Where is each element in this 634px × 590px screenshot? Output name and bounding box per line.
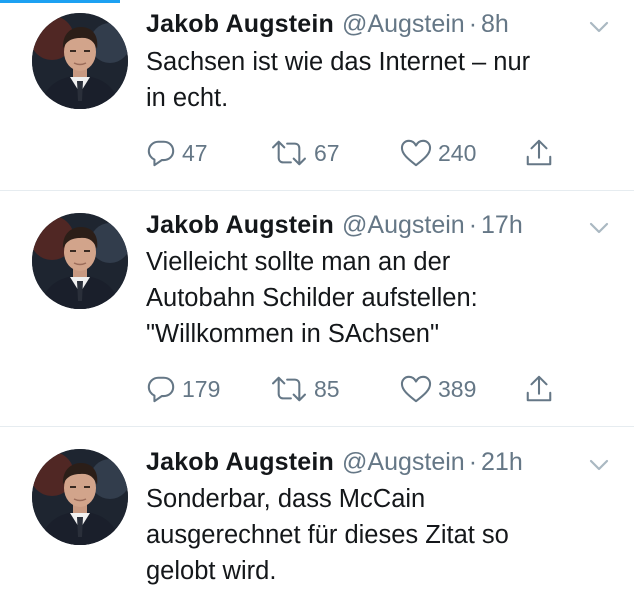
share-icon xyxy=(524,138,554,168)
retweet-count: 85 xyxy=(314,375,340,402)
reply-button[interactable]: 47 xyxy=(146,133,208,173)
tweet-text-line: "Willkommen in SAchsen" xyxy=(146,320,440,348)
tweet-text-line: Autobahn Schilder aufstellen: xyxy=(146,284,478,312)
reply-icon xyxy=(146,138,176,168)
tweet[interactable]: Jakob Augstein @Augstein · 8h Sachsen is… xyxy=(0,0,634,190)
share-button[interactable] xyxy=(524,369,554,409)
chevron-down-icon[interactable] xyxy=(586,215,612,241)
tweet-text-line: gelobt wird. xyxy=(146,557,277,585)
reply-count: 179 xyxy=(182,375,221,402)
tweet-text-line: in echt. xyxy=(146,84,229,112)
user-handle[interactable]: @Augstein xyxy=(342,211,465,240)
tweet-text-line: Vielleicht sollte man an der xyxy=(146,248,451,276)
tweet-header: Jakob Augstein @Augstein · 17h xyxy=(146,208,624,242)
chevron-down-icon[interactable] xyxy=(586,452,612,478)
avatar[interactable] xyxy=(32,213,128,309)
tweet-text: Sonderbar, dass McCain ausgerechnet für … xyxy=(146,481,616,589)
user-handle[interactable]: @Augstein xyxy=(342,10,465,39)
chevron-down-icon[interactable] xyxy=(586,14,612,40)
avatar[interactable] xyxy=(32,13,128,109)
tweet-text: Sachsen ist wie das Internet – nur in ec… xyxy=(146,44,616,116)
avatar[interactable] xyxy=(32,449,128,545)
like-button[interactable]: 389 xyxy=(400,369,476,409)
retweet-button[interactable]: 67 xyxy=(270,133,340,173)
share-button[interactable] xyxy=(524,133,554,173)
reply-count: 47 xyxy=(182,139,208,166)
reply-button[interactable]: 179 xyxy=(146,369,220,409)
tweet-text-line: Sachsen ist wie das Internet – nur xyxy=(146,48,531,76)
tweet-text: Vielleicht sollte man an der Autobahn Sc… xyxy=(146,244,616,352)
separator-dot: · xyxy=(468,9,478,38)
timestamp[interactable]: 8h xyxy=(481,10,509,39)
tweet-text-line: Sonderbar, dass McCain xyxy=(146,485,426,513)
display-name[interactable]: Jakob Augstein xyxy=(146,10,334,39)
tweet-actions: 47 67 240 xyxy=(146,133,586,173)
tweet[interactable]: Jakob Augstein @Augstein · 17h Vielleich… xyxy=(0,191,634,426)
tweet-text-line: ausgerechnet für dieses Zitat so xyxy=(146,521,509,549)
display-name[interactable]: Jakob Augstein xyxy=(146,211,334,240)
tweet-header: Jakob Augstein @Augstein · 21h xyxy=(146,445,624,479)
user-handle[interactable]: @Augstein xyxy=(342,448,465,477)
retweet-icon xyxy=(270,374,308,404)
separator-dot: · xyxy=(468,447,478,476)
separator-dot: · xyxy=(468,210,478,239)
share-icon xyxy=(524,374,554,404)
retweet-count: 67 xyxy=(314,139,340,166)
like-count: 240 xyxy=(438,139,477,166)
timestamp[interactable]: 21h xyxy=(481,448,523,477)
like-count: 389 xyxy=(438,375,477,402)
like-button[interactable]: 240 xyxy=(400,133,476,173)
retweet-button[interactable]: 85 xyxy=(270,369,340,409)
like-icon xyxy=(400,374,432,404)
reply-icon xyxy=(146,374,176,404)
timestamp[interactable]: 17h xyxy=(481,211,523,240)
display-name[interactable]: Jakob Augstein xyxy=(146,448,334,477)
like-icon xyxy=(400,138,432,168)
tweet-header: Jakob Augstein @Augstein · 8h xyxy=(146,7,624,41)
retweet-icon xyxy=(270,138,308,168)
tweet[interactable]: Jakob Augstein @Augstein · 21h Sonderbar… xyxy=(0,427,634,590)
tweet-actions: 179 85 389 xyxy=(146,369,586,409)
